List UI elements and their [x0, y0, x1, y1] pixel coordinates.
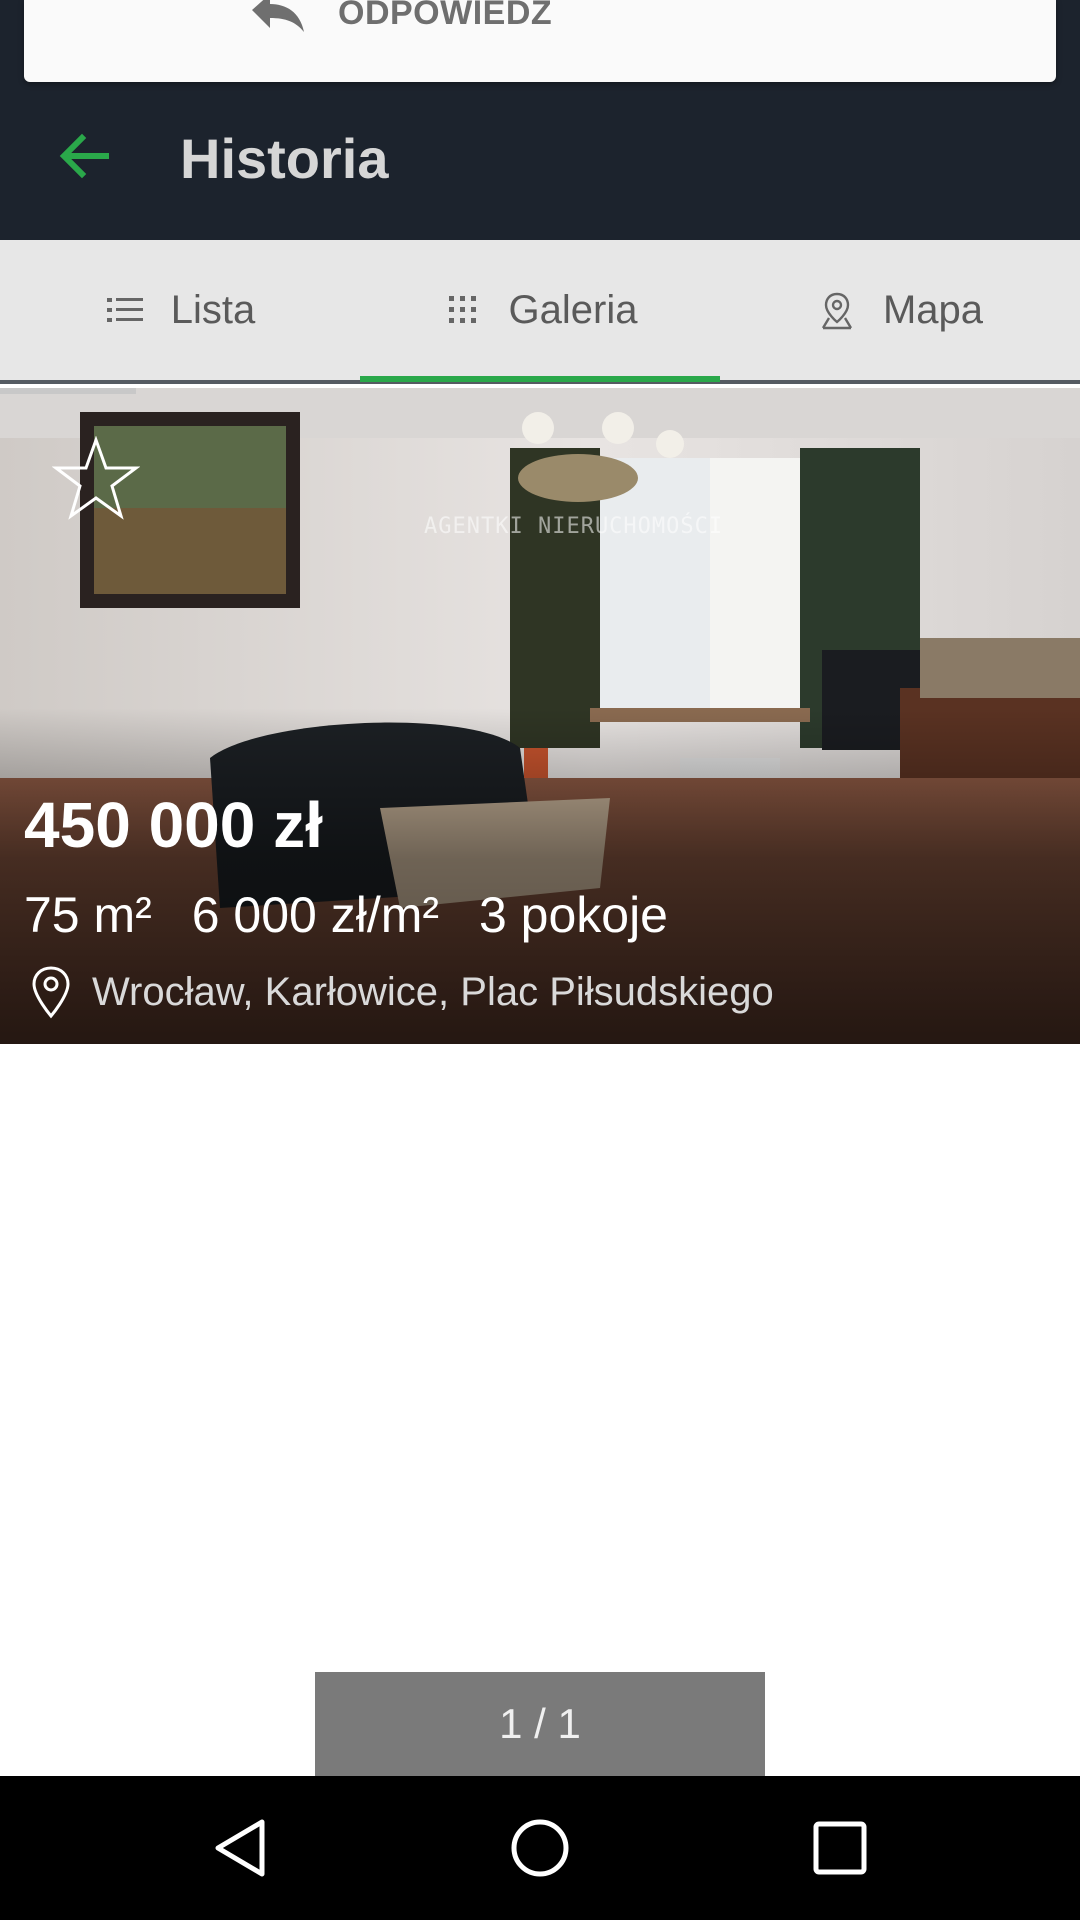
- listing-location: Wrocław, Karłowice, Plac Piłsudskiego: [92, 970, 774, 1014]
- tab-galeria[interactable]: Galeria: [360, 240, 720, 380]
- back-arrow-icon[interactable]: [56, 128, 112, 184]
- tab-lista-label: Lista: [170, 287, 256, 332]
- page-title: Historia: [180, 127, 389, 190]
- list-icon: [106, 298, 143, 322]
- system-nav-bar: [0, 1776, 1080, 1920]
- listing-details: 75 m² 6 000 zł/m² 3 pokoje: [24, 886, 694, 944]
- listing-price: 450 000 zł: [24, 789, 323, 861]
- location-pin-icon: [32, 966, 70, 1019]
- reply-snackbar: ODPOWIEDZ: [24, 0, 1056, 82]
- nav-back-icon[interactable]: [204, 1812, 276, 1884]
- reply-button[interactable]: ODPOWIEDZ: [338, 0, 552, 33]
- map-pin-icon: [821, 292, 852, 330]
- view-tabs: Lista Galeria Mapa: [0, 240, 1080, 384]
- star-outline-icon[interactable]: [52, 436, 140, 520]
- nav-recents-icon[interactable]: [804, 1812, 876, 1884]
- listing-price-per-m2: 6 000 zł/m²: [191, 887, 440, 943]
- nav-home-icon[interactable]: [504, 1812, 576, 1884]
- photo-watermark: AGENTKI NIERUCHOMOŚCI: [424, 514, 724, 539]
- listing-area: 75 m²: [24, 887, 152, 943]
- selected-tab-indicator: [360, 376, 720, 382]
- tab-mapa[interactable]: Mapa: [720, 240, 1080, 380]
- listing-rooms: 3 pokoje: [478, 887, 668, 943]
- tab-lista[interactable]: Lista: [0, 240, 360, 380]
- tab-galeria-label: Galeria: [508, 287, 638, 332]
- scroll-hint: [0, 388, 136, 394]
- listing-card[interactable]: AGENTKI NIERUCHOMOŚCI 450 000 zł 75 m² 6…: [0, 388, 1080, 1044]
- tab-mapa-label: Mapa: [882, 287, 984, 332]
- reply-icon[interactable]: [246, 0, 306, 42]
- grid-icon: [448, 296, 476, 323]
- page-indicator: 1 / 1: [315, 1672, 765, 1776]
